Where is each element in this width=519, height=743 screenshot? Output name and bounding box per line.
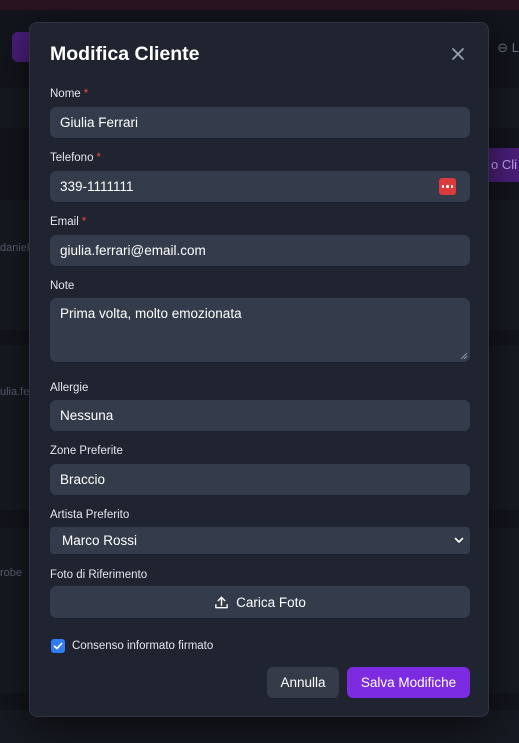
allergie-label: Allergie bbox=[50, 382, 89, 394]
close-icon bbox=[452, 48, 464, 60]
email-label: Email * bbox=[50, 216, 87, 228]
cancel-button[interactable]: Annulla bbox=[267, 667, 339, 698]
background-topbar bbox=[0, 0, 519, 10]
required-mark: * bbox=[96, 152, 101, 164]
password-manager-icon[interactable] bbox=[439, 178, 456, 195]
background-link: ⊖ L bbox=[497, 40, 519, 55]
resize-handle-icon[interactable] bbox=[461, 353, 467, 359]
upload-icon bbox=[215, 596, 228, 608]
checkmark-icon bbox=[53, 642, 63, 650]
zone-preferite-label: Zone Preferite bbox=[50, 445, 123, 457]
foto-riferimento-label: Foto di Riferimento bbox=[50, 569, 148, 581]
telefono-label: Telefono * bbox=[50, 152, 101, 164]
artista-preferito-label: Artista Preferito bbox=[50, 509, 130, 521]
background-card-text: ulia.fe bbox=[0, 386, 30, 398]
email-input[interactable]: giulia.ferrari@email.com bbox=[50, 235, 470, 266]
nome-label: Nome * bbox=[50, 88, 89, 100]
nome-input[interactable]: Giulia Ferrari bbox=[50, 107, 470, 138]
allergie-input[interactable]: Nessuna bbox=[50, 400, 470, 431]
save-button[interactable]: Salva Modifiche bbox=[347, 667, 470, 698]
background-card-text: daniel bbox=[0, 242, 30, 254]
edit-client-modal: Modifica Cliente Nome * Giulia Ferrari Te… bbox=[29, 22, 489, 717]
zone-preferite-input[interactable]: Braccio bbox=[50, 464, 470, 495]
telefono-input[interactable]: 339-1111111 bbox=[50, 171, 470, 202]
consent-label[interactable]: Consenso informato firmato bbox=[72, 639, 213, 654]
note-textarea[interactable]: Prima volta, molto emozionata bbox=[50, 298, 470, 362]
note-label: Note bbox=[50, 280, 75, 292]
chevron-down-icon bbox=[454, 537, 464, 543]
modal-title: Modifica Cliente bbox=[50, 43, 200, 65]
upload-photo-button[interactable]: Carica Foto bbox=[50, 586, 470, 618]
required-mark: * bbox=[81, 216, 87, 228]
required-mark: * bbox=[83, 88, 89, 100]
background-card-text: robe bbox=[0, 567, 23, 579]
artista-preferito-select[interactable]: Marco Rossi bbox=[50, 527, 470, 554]
close-button[interactable] bbox=[444, 40, 472, 68]
consent-checkbox[interactable] bbox=[51, 639, 65, 653]
